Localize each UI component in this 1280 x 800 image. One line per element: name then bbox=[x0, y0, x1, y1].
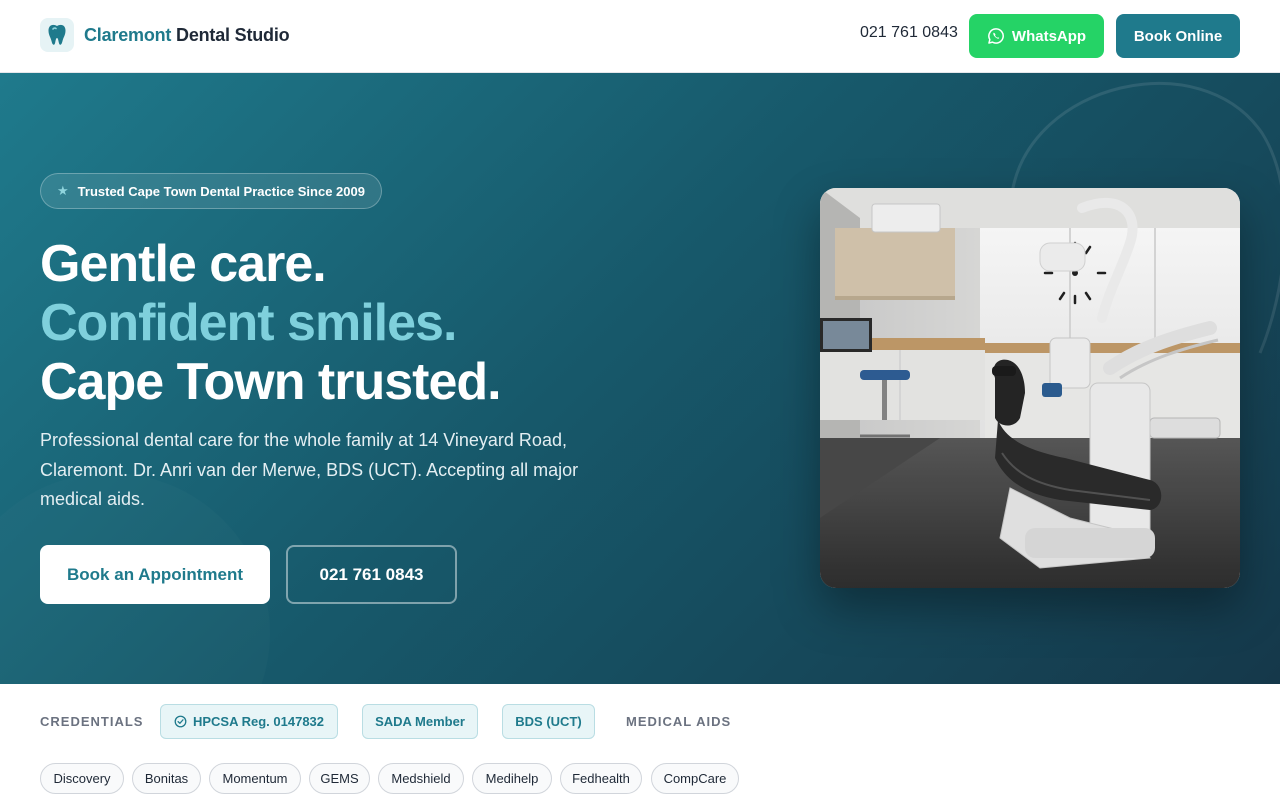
medical-aid-medshield[interactable]: Medshield bbox=[378, 763, 464, 794]
trust-badge: ★ Trusted Cape Town Dental Practice Sinc… bbox=[40, 173, 382, 209]
whatsapp-button-label: WhatsApp bbox=[1011, 27, 1087, 45]
medical-aids-label: MEDICAL AIDS bbox=[626, 714, 732, 729]
trust-badge-text: Trusted Cape Town Dental Practice Since … bbox=[77, 183, 365, 199]
medical-aid-compcare[interactable]: CompCare bbox=[651, 763, 739, 794]
medical-aid-momentum[interactable]: Momentum bbox=[209, 763, 301, 794]
book-appointment-button[interactable]: Book an Appointment bbox=[40, 545, 270, 604]
book-online-button[interactable]: Book Online bbox=[1116, 14, 1240, 58]
star-icon: ★ bbox=[57, 183, 69, 198]
header-phone-link[interactable]: 021 761 0843 bbox=[860, 24, 958, 42]
dental-room-image bbox=[820, 188, 1240, 588]
call-phone-button[interactable]: 021 761 0843 bbox=[286, 545, 457, 604]
medical-aid-discovery[interactable]: Discovery bbox=[40, 763, 124, 794]
site-header: Claremont Dental Studio 021 761 0843 Wha… bbox=[0, 0, 1280, 73]
credentials-label: CREDENTIALS bbox=[40, 714, 144, 729]
check-circle-icon bbox=[174, 715, 187, 728]
credential-bds: BDS (UCT) bbox=[502, 704, 595, 739]
headline-line-2: Confident smiles. bbox=[40, 294, 457, 352]
tooth-icon bbox=[40, 18, 74, 52]
logo-text-rest: Dental Studio bbox=[176, 24, 290, 45]
whatsapp-button[interactable]: WhatsApp bbox=[969, 14, 1104, 58]
credential-sada: SADA Member bbox=[362, 704, 478, 739]
headline-line-3: Cape Town trusted. bbox=[40, 353, 502, 411]
hero-headline: Gentle care. Confident smiles. Cape Town… bbox=[40, 235, 502, 412]
hero-description: Professional dental care for the whole f… bbox=[40, 430, 579, 509]
credential-hpcsa-label: HPCSA Reg. 0147832 bbox=[192, 714, 325, 729]
credentials-section: CREDENTIALS HPCSA Reg. 0147832 SADA Memb… bbox=[0, 684, 1280, 800]
clinic-photo bbox=[820, 188, 1240, 588]
medical-aid-medihelp[interactable]: Medihelp bbox=[472, 763, 552, 794]
credential-hpcsa: HPCSA Reg. 0147832 bbox=[160, 704, 338, 739]
medical-aid-fedhealth[interactable]: Fedhealth bbox=[560, 763, 642, 794]
site-logo[interactable]: Claremont Dental Studio bbox=[40, 18, 290, 52]
medical-aid-gems[interactable]: GEMS bbox=[309, 763, 370, 794]
hero-section: ★ Trusted Cape Town Dental Practice Sinc… bbox=[0, 73, 1280, 684]
medical-aid-bonitas[interactable]: Bonitas bbox=[132, 763, 201, 794]
logo-text-accent: Claremont bbox=[84, 24, 172, 45]
whatsapp-icon bbox=[988, 28, 1004, 44]
headline-line-1: Gentle care. bbox=[40, 235, 327, 293]
logo-text: Claremont Dental Studio bbox=[84, 24, 290, 46]
